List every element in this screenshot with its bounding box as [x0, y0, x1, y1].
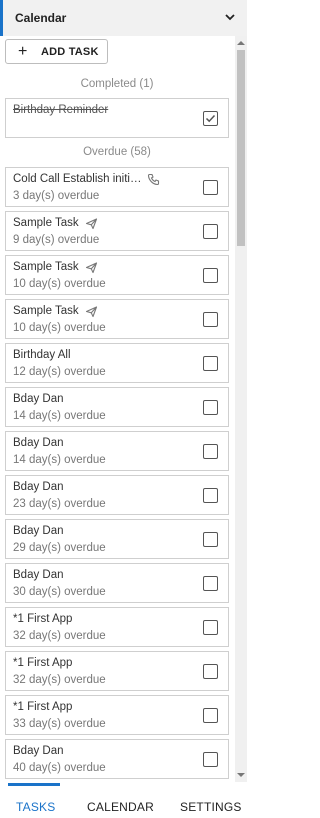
task-card[interactable]: Birthday All 12 day(s) overdue — [5, 343, 229, 383]
task-card[interactable]: Bday Dan 14 day(s) overdue — [5, 387, 229, 427]
task-title: Bday Dan — [13, 525, 64, 537]
tab-settings[interactable]: SETTINGS — [180, 800, 242, 814]
task-checkbox[interactable] — [203, 664, 218, 679]
task-title: Bday Dan — [13, 481, 64, 493]
task-card[interactable]: Sample Task 9 day(s) overdue — [5, 211, 229, 251]
task-checkbox[interactable] — [203, 488, 218, 503]
task-card[interactable]: *1 First App 32 day(s) overdue — [5, 607, 229, 647]
active-tab-indicator — [8, 783, 60, 786]
task-overdue-label: 10 day(s) overdue — [13, 278, 106, 290]
bottom-tab-bar: TASKS CALENDAR SETTINGS — [0, 782, 247, 818]
task-card[interactable]: Bday Dan 14 day(s) overdue — [5, 431, 229, 471]
task-card[interactable]: Bday Dan 23 day(s) overdue — [5, 475, 229, 515]
task-overdue-label: 29 day(s) overdue — [13, 542, 106, 554]
add-task-label: ADD TASK — [41, 46, 99, 58]
chevron-down-icon[interactable] — [223, 10, 237, 24]
task-checkbox[interactable] — [203, 620, 218, 635]
task-checkbox[interactable] — [203, 532, 218, 547]
calendar-header[interactable]: Calendar — [0, 0, 247, 36]
task-list-scroll-area[interactable]: + ADD TASK Completed (1) Birthday Remind… — [0, 36, 247, 782]
overdue-section-header: Overdue (58) — [83, 146, 151, 158]
tab-tasks[interactable]: TASKS — [16, 800, 55, 814]
send-icon — [85, 262, 98, 274]
task-title: Sample Task — [13, 305, 79, 317]
task-checkbox[interactable] — [203, 180, 218, 195]
scroll-up-arrow-icon[interactable] — [237, 39, 245, 47]
task-title: Bday Dan — [13, 745, 64, 757]
task-checkbox[interactable] — [203, 752, 218, 767]
vertical-scrollbar[interactable] — [235, 36, 247, 782]
task-overdue-label: 14 day(s) overdue — [13, 454, 106, 466]
task-title: Bday Dan — [13, 437, 64, 449]
send-icon — [85, 306, 98, 318]
task-title: *1 First App — [13, 657, 73, 669]
task-checkbox[interactable] — [203, 356, 218, 371]
task-checkbox-checked[interactable] — [203, 111, 218, 126]
send-icon — [85, 218, 98, 230]
task-card[interactable]: *1 First App 32 day(s) overdue — [5, 651, 229, 691]
task-title: Cold Call Establish initi… — [13, 173, 142, 185]
task-title: Birthday All — [13, 349, 71, 361]
task-overdue-label: 3 day(s) overdue — [13, 190, 100, 202]
task-overdue-label: 10 day(s) overdue — [13, 322, 106, 334]
add-task-button[interactable]: + ADD TASK — [5, 39, 108, 64]
phone-icon — [147, 173, 160, 186]
completed-section-header: Completed (1) — [80, 78, 154, 90]
header-title: Calendar — [15, 11, 67, 25]
tab-calendar[interactable]: CALENDAR — [87, 800, 154, 814]
task-title: *1 First App — [13, 613, 73, 625]
scroll-down-arrow-icon[interactable] — [237, 771, 245, 779]
task-overdue-label: 23 day(s) overdue — [13, 498, 106, 510]
task-title: Bday Dan — [13, 569, 64, 581]
task-checkbox[interactable] — [203, 444, 218, 459]
task-overdue-label: 33 day(s) overdue — [13, 718, 106, 730]
task-checkbox[interactable] — [203, 224, 218, 239]
task-overdue-label: 32 day(s) overdue — [13, 630, 106, 642]
task-checkbox[interactable] — [203, 400, 218, 415]
task-overdue-label: 32 day(s) overdue — [13, 674, 106, 686]
checkmark-icon — [205, 114, 216, 123]
task-title: Bday Dan — [13, 393, 64, 405]
task-overdue-label: 9 day(s) overdue — [13, 234, 100, 246]
task-title: Sample Task — [13, 217, 79, 229]
task-overdue-label: 12 day(s) overdue — [13, 366, 106, 378]
task-card[interactable]: Sample Task 10 day(s) overdue — [5, 299, 229, 339]
task-checkbox[interactable] — [203, 708, 218, 723]
task-card[interactable]: Bday Dan 29 day(s) overdue — [5, 519, 229, 559]
task-card[interactable]: *1 First App 33 day(s) overdue — [5, 695, 229, 735]
task-card[interactable]: Sample Task 10 day(s) overdue — [5, 255, 229, 295]
task-title: Sample Task — [13, 261, 79, 273]
task-card[interactable]: Cold Call Establish initi… 3 day(s) overd… — [5, 167, 229, 207]
plus-icon: + — [18, 43, 28, 60]
task-overdue-label: 30 day(s) overdue — [13, 586, 106, 598]
task-overdue-label: 40 day(s) overdue — [13, 762, 106, 774]
task-checkbox[interactable] — [203, 576, 218, 591]
task-card[interactable]: Bday Dan 30 day(s) overdue — [5, 563, 229, 603]
task-overdue-label: 14 day(s) overdue — [13, 410, 106, 422]
completed-task-card[interactable]: Birthday Reminder — [5, 98, 229, 138]
task-title: *1 First App — [13, 701, 73, 713]
task-card[interactable]: Bday Dan 40 day(s) overdue — [5, 739, 229, 779]
task-checkbox[interactable] — [203, 268, 218, 283]
task-checkbox[interactable] — [203, 312, 218, 327]
scrollbar-thumb[interactable] — [237, 50, 245, 246]
task-title: Birthday Reminder — [13, 104, 109, 116]
